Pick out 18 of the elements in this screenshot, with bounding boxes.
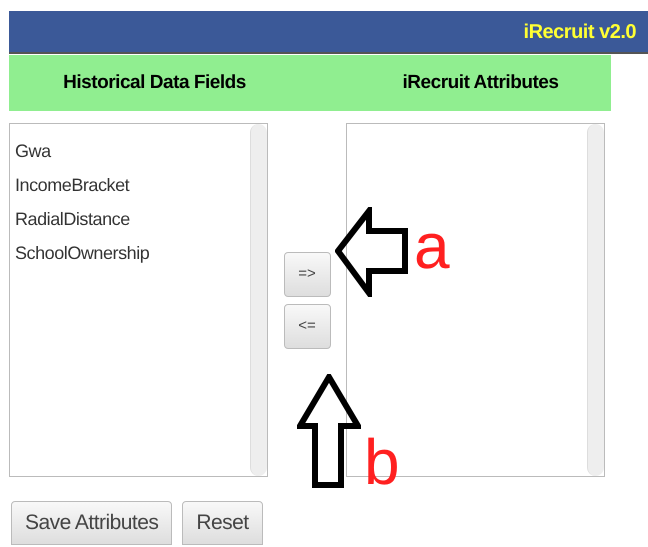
annotation-letter: a: [414, 214, 450, 278]
arrow-icon: [297, 374, 361, 488]
move-button[interactable]: <=: [284, 304, 330, 349]
column-title: iRecruit Attributes: [402, 70, 558, 95]
annotation-letter: b: [364, 430, 400, 494]
move-button[interactable]: =>: [284, 252, 330, 297]
arrow-icon: [335, 207, 409, 297]
list-item[interactable]: IncomeBracket: [15, 168, 130, 202]
list-item[interactable]: RadialDistance: [15, 202, 130, 236]
list-item[interactable]: Gwa: [15, 134, 51, 168]
save-button[interactable]: Save Attributes: [11, 501, 172, 545]
list-box[interactable]: Gwa IncomeBracket RadialDistance SchoolOwnership: [9, 123, 268, 477]
column-title: Historical Data Fields: [63, 70, 246, 95]
scrollbar[interactable]: [587, 124, 604, 476]
reset-button[interactable]: Reset: [182, 501, 263, 545]
scrollbar[interactable]: [250, 124, 267, 476]
app-title: iRecruit v2.0: [524, 20, 636, 44]
list-item[interactable]: SchoolOwnership: [15, 236, 150, 270]
